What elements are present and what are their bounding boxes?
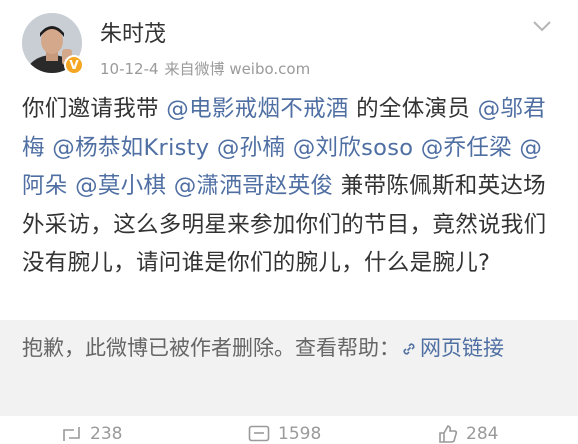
web-link-label: 网页链接: [420, 336, 504, 360]
deleted-notice: 抱歉，此微博已被作者删除。查看帮助： 网页链接: [0, 320, 578, 416]
post-text: [285, 135, 292, 161]
post-text: [166, 173, 173, 199]
post-content: 你们邀请我带 @电影戒烟不戒酒 的全体演员 @邬君梅 @杨恭如Kristy @孙…: [22, 90, 562, 283]
post-text: [413, 135, 420, 161]
link-icon: [403, 343, 415, 355]
repost-count: 238: [90, 424, 123, 444]
action-bar: 238 1598 284: [0, 416, 578, 444]
comment-button[interactable]: 1598: [248, 424, 321, 444]
deleted-notice-text: 抱歉，此微博已被作者删除。查看帮助： 网页链接: [22, 330, 562, 367]
mention-link[interactable]: @刘欣soso: [293, 135, 414, 161]
mention-link[interactable]: @电影戒烟不戒酒: [166, 96, 348, 122]
comment-icon: [248, 425, 270, 442]
comment-count: 1598: [278, 424, 322, 444]
like-count: 284: [466, 424, 499, 444]
deleted-message: 抱歉，此微博已被作者删除。查看帮助：: [22, 336, 400, 360]
web-link[interactable]: 网页链接: [400, 336, 504, 360]
post-text: 你们邀请我带: [22, 96, 167, 122]
mention-link[interactable]: @潇洒哥赵英俊: [174, 173, 334, 199]
post-text: 的全体演员: [348, 96, 478, 122]
mention-link[interactable]: @莫小棋: [75, 173, 166, 199]
mention-link[interactable]: @孙楠: [217, 135, 285, 161]
post-time[interactable]: 10-12-4: [100, 60, 159, 78]
chevron-down-icon[interactable]: [532, 18, 552, 32]
post-meta: 10-12-4 来自微博 weibo.com: [100, 58, 310, 79]
post-source: 来自微博 weibo.com: [164, 60, 311, 78]
post-text: [68, 173, 75, 199]
thumbs-up-icon: [439, 425, 458, 443]
repost-button[interactable]: 238: [62, 424, 122, 444]
repost-icon: [63, 427, 80, 441]
verified-badge: V: [64, 55, 84, 75]
author-name[interactable]: 朱时茂: [100, 16, 166, 48]
mention-link[interactable]: @杨恭如Kristy: [52, 135, 209, 161]
post-text: [209, 135, 216, 161]
mention-link[interactable]: @乔任梁: [421, 135, 512, 161]
post-header: V 朱时茂 10-12-4 来自微博 weibo.com: [0, 0, 578, 90]
like-button[interactable]: 284: [438, 424, 498, 444]
